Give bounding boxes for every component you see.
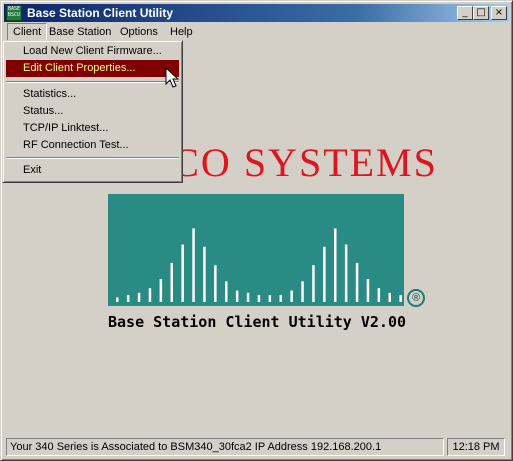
logo-bar: [388, 292, 391, 302]
logo-bar: [192, 228, 195, 302]
menu-client[interactable]: Client: [7, 23, 48, 41]
logo-bar: [159, 279, 163, 302]
menu-options[interactable]: Options: [115, 23, 163, 41]
menu-base-station[interactable]: Base Station: [44, 23, 116, 41]
menu-separator: [6, 157, 179, 159]
product-subtitle: Base Station Client Utility V2.00: [108, 313, 407, 331]
logo-bar: [366, 279, 370, 302]
status-bar: Your 340 Series is Associated to BSM340_…: [4, 438, 509, 456]
menu-item-edit-properties[interactable]: Edit Client Properties...: [6, 60, 179, 77]
cisco-bars-graphic: [116, 228, 413, 302]
logo-bar: [235, 290, 239, 302]
logo-bar: [377, 288, 381, 302]
logo-bar: [126, 295, 130, 302]
logo-bar: [399, 295, 402, 302]
menu-bar: Client Base Station Options Help: [4, 23, 509, 41]
cisco-logo: [108, 194, 413, 306]
logo-bar: [279, 295, 282, 302]
logo-bar: [290, 290, 293, 302]
logo-bar: [344, 244, 348, 302]
menu-item-exit[interactable]: Exit: [6, 162, 179, 179]
logo-bar: [301, 281, 304, 302]
logo-bar: [355, 262, 359, 302]
logo-bar: [203, 246, 206, 302]
logo-bar: [334, 228, 337, 302]
client-menu-dropdown: Load New Client Firmware... Edit Client …: [2, 40, 183, 183]
close-button[interactable]: ×: [491, 6, 507, 20]
menu-help[interactable]: Help: [165, 23, 198, 41]
logo-bar: [214, 265, 217, 302]
logo-bar: [268, 295, 272, 302]
app-icon-label: BASE BSCU: [7, 6, 21, 18]
logo-bar: [246, 292, 250, 302]
menu-item-load-firmware[interactable]: Load New Client Firmware...: [6, 43, 179, 60]
status-message: Your 340 Series is Associated to BSM340_…: [6, 438, 444, 456]
menu-item-rf-test[interactable]: RF Connection Test...: [6, 137, 179, 154]
window-title: Base Station Client Utility: [27, 6, 174, 20]
title-bar[interactable]: BASE BSCU Base Station Client Utility _ …: [4, 4, 509, 22]
menu-item-status[interactable]: Status...: [6, 103, 179, 120]
minimize-button[interactable]: _: [457, 6, 473, 20]
status-time: 12:18 PM: [447, 438, 505, 456]
logo-bar: [225, 281, 228, 302]
registered-mark: ®: [407, 289, 425, 307]
logo-bar: [323, 246, 326, 302]
logo-bar: [137, 292, 141, 302]
logo-bar: [170, 262, 173, 302]
menu-item-statistics[interactable]: Statistics...: [6, 86, 179, 103]
menu-item-linktest[interactable]: TCP/IP Linktest...: [6, 120, 179, 137]
logo-bar: [181, 244, 184, 302]
logo-bar: [116, 297, 119, 302]
maximize-button[interactable]: □: [473, 6, 489, 20]
logo-bar: [312, 265, 315, 302]
logo-bar: [257, 295, 261, 302]
app-icon[interactable]: BASE BSCU: [6, 5, 22, 21]
logo-bar: [148, 288, 152, 302]
mouse-pointer-icon: [165, 67, 179, 88]
menu-separator: [6, 81, 179, 83]
